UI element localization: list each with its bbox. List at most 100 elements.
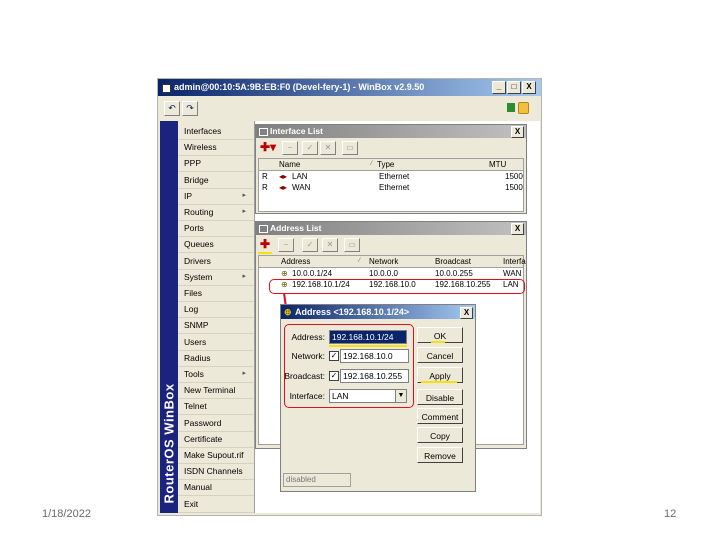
column-header-address[interactable]: Address (281, 256, 310, 267)
column-header-mtu[interactable]: MTU (489, 159, 506, 170)
enable-icon[interactable]: ✓ (302, 141, 318, 155)
column-header-broadcast[interactable]: Broadcast (435, 256, 471, 267)
disable-button[interactable]: Disable (417, 389, 463, 405)
add-icon[interactable]: ✚ (260, 238, 270, 250)
column-header-name[interactable]: Name (279, 159, 300, 170)
broadcast-label: Broadcast: (284, 371, 325, 381)
menu-item[interactable]: Files (178, 285, 254, 302)
chevron-down-icon[interactable]: ▼ (395, 389, 407, 403)
address-dialog-close-button[interactable]: X (460, 307, 473, 319)
redo-icon[interactable]: ↷ (182, 101, 198, 116)
remove-button[interactable]: Remove (417, 447, 463, 463)
selected-row-highlight (269, 279, 525, 294)
window-title: admin@00:10:5A:9B:EB:F0 (Devel-fery-1) -… (174, 82, 425, 92)
menu-item[interactable]: System ▸ (178, 269, 254, 286)
menu-item[interactable]: Wireless (178, 139, 254, 157)
address-dialog-titlebar: ⊕ Address <192.168.10.1/24> X (281, 305, 475, 319)
address-list-close-button[interactable]: X (511, 223, 524, 235)
interface-mtu: 1500 (505, 172, 523, 181)
menu-item[interactable]: PPP (178, 155, 254, 173)
brand-text: RouterOS WinBox (161, 383, 177, 504)
window-icon (259, 128, 268, 136)
comment-icon[interactable]: ▭ (342, 141, 358, 155)
slide-date: 1/18/2022 (42, 508, 91, 520)
menu-item[interactable]: Drivers (178, 253, 254, 270)
menu-item-label: Queues (184, 239, 214, 250)
menu-item[interactable]: Certificate (178, 431, 254, 448)
network-input[interactable]: 192.168.10.0 (340, 349, 409, 363)
interface-type: Ethernet (379, 172, 410, 181)
cancel-button[interactable]: Cancel (417, 347, 463, 363)
remove-icon[interactable]: − (282, 141, 298, 155)
menu-item-label: ISDN Channels (184, 466, 243, 477)
broadcast-input[interactable]: 192.168.10.255 (340, 369, 409, 383)
address-icon: ⊕ (284, 307, 292, 317)
menu-item[interactable]: Exit (178, 496, 254, 513)
maximize-button[interactable]: □ (507, 81, 521, 94)
menu-item-label: SNMP (184, 320, 209, 331)
interface-name: LAN (292, 172, 308, 181)
column-header-interface[interactable]: Interfa (503, 256, 526, 267)
undo-icon[interactable]: ↶ (164, 101, 180, 116)
menu-item[interactable]: IP ▸ (178, 188, 254, 205)
interface-select[interactable]: LAN (329, 389, 397, 403)
column-header-network[interactable]: Network (369, 256, 398, 267)
broadcast-checkbox[interactable]: ✓ (329, 371, 339, 381)
remove-icon[interactable]: − (278, 238, 294, 252)
menu-item-label: Make Supout.rif (184, 450, 244, 460)
interface-list-title: Interface List (270, 126, 323, 136)
interface-table: Name ⁄ Type MTU R ◂▸ LAN Ethernet 1500 R… (258, 158, 524, 212)
disable-icon[interactable]: ✕ (320, 141, 336, 155)
highlight-underline (421, 381, 457, 383)
menu-item-label: Password (184, 417, 222, 428)
minimize-button[interactable]: _ (492, 81, 506, 94)
add-icon[interactable]: ✚▾ (260, 141, 276, 153)
network-label: Network: (291, 351, 325, 361)
menu-item-label: New Terminal (184, 385, 236, 396)
status-field: disabled (283, 473, 351, 487)
row-interface: WAN (503, 269, 522, 278)
row-flag: R (262, 183, 268, 192)
copy-button[interactable]: Copy (417, 427, 463, 443)
winbox-window: admin@00:10:5A:9B:EB:F0 (Devel-fery-1) -… (157, 78, 542, 516)
column-header-type[interactable]: Type (377, 159, 394, 170)
address-icon: ⊕ (281, 269, 288, 278)
comment-button[interactable]: Comment (417, 408, 463, 424)
menu-item[interactable]: Ports (178, 220, 254, 238)
menu-item[interactable]: Bridge (178, 172, 254, 189)
table-row[interactable]: R ◂▸ LAN Ethernet 1500 (259, 171, 523, 182)
address-input[interactable]: 192.168.10.1/24 (329, 330, 407, 344)
menu-item[interactable]: Radius (178, 350, 254, 367)
comment-icon[interactable]: ▭ (344, 238, 360, 252)
menu-item[interactable]: Password (178, 415, 254, 432)
menu-item[interactable]: New Terminal (178, 382, 254, 400)
network-checkbox[interactable]: ✓ (329, 351, 339, 361)
menu-item-label: Radius (184, 352, 211, 363)
menu-item[interactable]: Telnet (178, 398, 254, 416)
highlight-underline (258, 252, 272, 254)
table-row[interactable]: R ◂▸ WAN Ethernet 1500 (259, 182, 523, 193)
interface-list-close-button[interactable]: X (511, 126, 524, 138)
menu-item[interactable]: Users (178, 334, 254, 351)
address-list-titlebar: Address List X (256, 222, 526, 235)
menu-item[interactable]: Interfaces (178, 123, 254, 140)
menu-item[interactable]: Tools ▸ (178, 366, 254, 383)
interface-label: Interface: (289, 391, 325, 401)
menu-item[interactable]: Log (178, 301, 254, 319)
menu-item[interactable]: ISDN Channels (178, 463, 254, 481)
interface-name: WAN (292, 183, 311, 192)
enable-icon[interactable]: ✓ (302, 238, 318, 252)
address-dialog-title: Address <192.168.10.1/24> (295, 307, 410, 317)
address-table-header: Address ⁄ Network Broadcast Interfa (259, 256, 526, 268)
menu-item[interactable]: Make Supout.rif (178, 447, 254, 464)
table-row[interactable]: ⊕ 10.0.0.1/24 10.0.0.0 10.0.0.255 WAN (259, 268, 523, 279)
menu-item[interactable]: Manual (178, 479, 254, 497)
menu-item-label: Routing (184, 207, 214, 217)
menu-item[interactable]: Queues (178, 236, 254, 254)
row-broadcast: 10.0.0.255 (435, 269, 473, 278)
disable-icon[interactable]: ✕ (322, 238, 338, 252)
menu-item[interactable]: SNMP (178, 317, 254, 335)
close-button[interactable]: X (522, 81, 536, 94)
menu-item-label: Log (184, 304, 199, 315)
menu-item[interactable]: Routing ▸ (178, 204, 254, 221)
